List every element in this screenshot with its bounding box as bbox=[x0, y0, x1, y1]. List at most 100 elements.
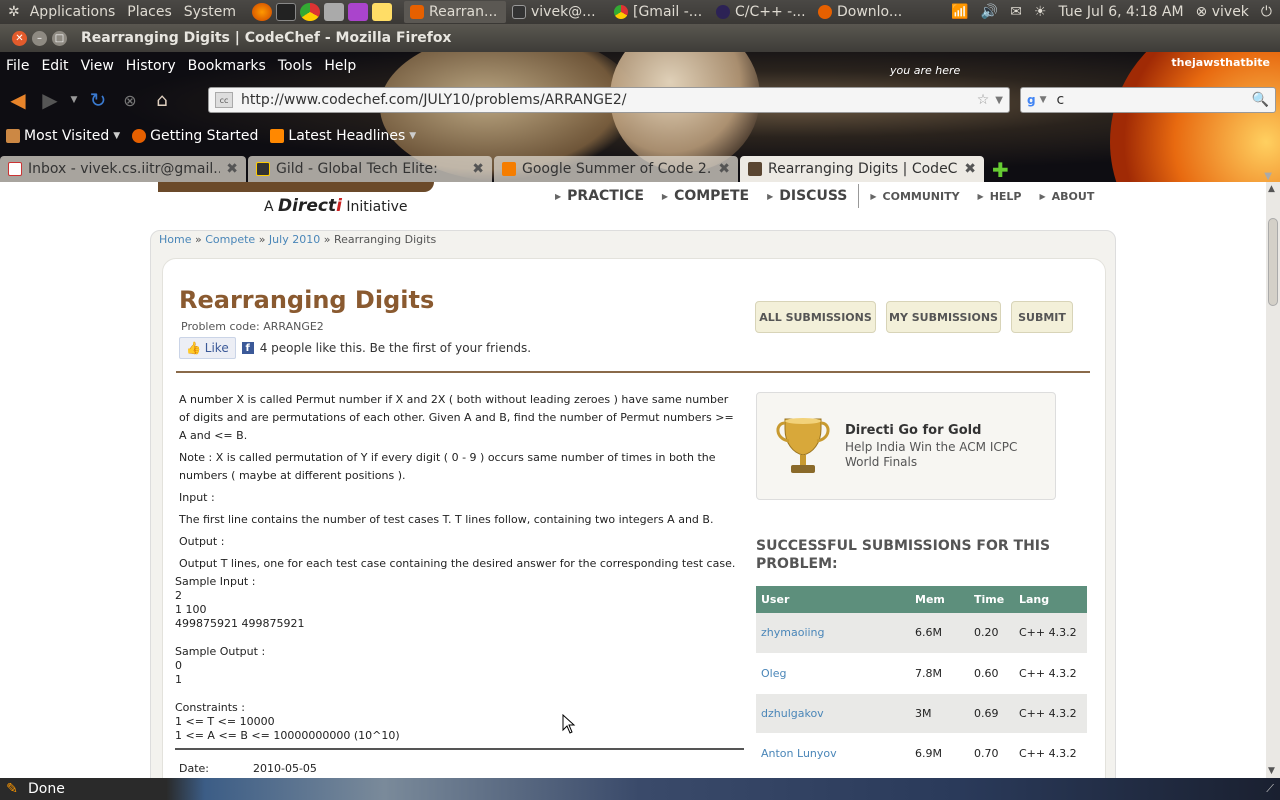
url-bar[interactable]: cc http://www.codechef.com/JULY10/proble… bbox=[208, 87, 1010, 113]
breadcrumb-compete[interactable]: Compete bbox=[205, 233, 255, 246]
task-terminal[interactable]: vivek@... bbox=[506, 1, 608, 23]
persona-label: thejawsthatbite bbox=[1171, 56, 1270, 69]
user-link[interactable]: dzhulgakov bbox=[761, 707, 824, 720]
history-dropdown-icon[interactable]: ▼ bbox=[68, 86, 80, 114]
nav-practice[interactable]: ▶ PRACTICE bbox=[546, 188, 653, 204]
weather-icon[interactable]: ☀ bbox=[1034, 4, 1047, 20]
breadcrumb-contest[interactable]: July 2010 bbox=[269, 233, 320, 246]
power-icon[interactable]: ⏻ bbox=[1261, 4, 1272, 20]
url-text: http://www.codechef.com/JULY10/problems/… bbox=[241, 92, 627, 108]
menu-tools[interactable]: Tools bbox=[272, 58, 319, 74]
like-button[interactable]: 👍 Like bbox=[179, 337, 236, 359]
tab-list-icon[interactable]: ▼ bbox=[1264, 171, 1272, 182]
sample-input: Sample Input : 2 1 100 499875921 4998759… bbox=[175, 575, 305, 630]
menu-help[interactable]: Help bbox=[318, 58, 362, 74]
search-input[interactable]: c bbox=[1057, 92, 1252, 108]
codechef-logo-fragment bbox=[158, 182, 434, 192]
stop-button[interactable]: ⊗ bbox=[116, 86, 144, 114]
statement-paragraph: A number X is called Permut number if X … bbox=[179, 393, 734, 442]
back-button[interactable]: ◀ bbox=[4, 86, 32, 114]
google-engine-icon[interactable]: g bbox=[1027, 93, 1036, 107]
task-firefox[interactable]: Rearran... bbox=[404, 1, 506, 23]
submit-button[interactable]: SUBMIT bbox=[1011, 301, 1073, 333]
tab-gsoc[interactable]: Google Summer of Code 2... ✖ bbox=[494, 156, 738, 182]
scroll-down-icon[interactable]: ▼ bbox=[1268, 766, 1275, 776]
close-tab-icon[interactable]: ✖ bbox=[964, 161, 976, 177]
resize-grip-icon[interactable]: ⟋ bbox=[1266, 782, 1274, 796]
search-bar[interactable]: g ▼ c 🔍 bbox=[1020, 87, 1276, 113]
nav-about[interactable]: ▶ ABOUT bbox=[1031, 190, 1104, 203]
user-link[interactable]: Anton Lunyov bbox=[761, 747, 837, 760]
scrollbar-thumb[interactable] bbox=[1268, 218, 1278, 306]
persona-you-are-here: you are here bbox=[890, 64, 961, 77]
user-menu[interactable]: ⊗ vivek bbox=[1196, 4, 1249, 20]
bookmarks-toolbar: Most Visited ▼ Getting Started Latest Hea… bbox=[0, 124, 422, 148]
scroll-up-icon[interactable]: ▲ bbox=[1268, 184, 1275, 194]
task-eclipse[interactable]: C/C++ -... bbox=[710, 1, 812, 23]
nav-discuss[interactable]: ▶ DISCUSS bbox=[758, 188, 856, 204]
notes-launcher-icon[interactable] bbox=[372, 3, 392, 21]
nav-community[interactable]: ▶ COMMUNITY bbox=[861, 190, 968, 203]
table-header-row: User Mem Time Lang bbox=[756, 586, 1087, 613]
nav-compete[interactable]: ▶ COMPETE bbox=[653, 188, 758, 204]
directi-initiative: A Directi Initiative bbox=[264, 196, 408, 216]
mail-icon[interactable]: ✉ bbox=[1010, 4, 1022, 20]
new-tab-button[interactable]: ✚ bbox=[992, 158, 1009, 182]
column-lang: Lang bbox=[1014, 586, 1087, 613]
bookmark-most-visited[interactable]: Most Visited ▼ bbox=[0, 128, 126, 144]
reload-button[interactable]: ↻ bbox=[84, 86, 112, 114]
firefox-launcher-icon[interactable] bbox=[252, 3, 272, 21]
user-link[interactable]: Oleg bbox=[761, 667, 786, 680]
eclipse-icon bbox=[716, 5, 730, 19]
tab-codechef[interactable]: Rearranging Digits | CodeC... ✖ bbox=[740, 156, 984, 182]
bookmark-getting-started[interactable]: Getting Started bbox=[126, 128, 264, 144]
bookmark-star-icon[interactable]: ☆ bbox=[977, 92, 990, 108]
close-tab-icon[interactable]: ✖ bbox=[718, 161, 730, 177]
bookmark-latest-headlines[interactable]: Latest Headlines ▼ bbox=[264, 128, 422, 144]
task-downloads[interactable]: Downlo... bbox=[812, 1, 914, 23]
tab-gmail[interactable]: Inbox - vivek.cs.iitr@gmail.... ✖ bbox=[0, 156, 246, 182]
nav-help[interactable]: ▶ HELP bbox=[969, 190, 1031, 203]
volume-icon[interactable]: 🔊 bbox=[981, 4, 998, 20]
site-nav: ▶ PRACTICE ▶ COMPETE ▶ DISCUSS ▶ COMMUNITY ▶… bbox=[546, 184, 1103, 208]
task-gmail[interactable]: [Gmail -... bbox=[608, 1, 710, 23]
clock[interactable]: Tue Jul 6, 4:18 AM bbox=[1058, 4, 1183, 20]
mem-cell: 6.9M bbox=[910, 733, 969, 774]
url-dropdown-icon[interactable]: ▼ bbox=[995, 95, 1003, 106]
menu-edit[interactable]: Edit bbox=[35, 58, 74, 74]
chevron-down-icon: ▼ bbox=[409, 131, 417, 141]
user-link[interactable]: zhymaoiing bbox=[761, 626, 825, 639]
menu-bookmarks[interactable]: Bookmarks bbox=[182, 58, 272, 74]
menu-view[interactable]: View bbox=[75, 58, 120, 74]
menu-file[interactable]: File bbox=[0, 58, 35, 74]
close-tab-icon[interactable]: ✖ bbox=[226, 161, 238, 177]
trash-launcher-icon[interactable] bbox=[324, 3, 344, 21]
lang-cell: C++ 4.3.2 bbox=[1014, 733, 1087, 774]
applications-menu[interactable]: Applications bbox=[24, 4, 122, 20]
go-for-gold-banner[interactable]: Directi Go for Gold Help India Win the A… bbox=[756, 392, 1056, 500]
all-submissions-button[interactable]: ALL SUBMISSIONS bbox=[755, 301, 876, 333]
tab-gild[interactable]: Gild - Global Tech Elite: ✖ bbox=[248, 156, 492, 182]
maximize-window-button[interactable]: □ bbox=[52, 30, 67, 46]
ubuntu-logo-icon[interactable]: ✲ bbox=[8, 4, 20, 20]
minimize-window-button[interactable]: – bbox=[32, 30, 47, 46]
network-icon[interactable]: 📶 bbox=[951, 4, 968, 20]
breadcrumb-home[interactable]: Home bbox=[159, 233, 191, 246]
my-submissions-button[interactable]: MY SUBMISSIONS bbox=[886, 301, 1001, 333]
forward-button[interactable]: ▶ bbox=[36, 86, 64, 114]
menu-history[interactable]: History bbox=[120, 58, 182, 74]
close-tab-icon[interactable]: ✖ bbox=[472, 161, 484, 177]
time-cell: 0.20 bbox=[969, 613, 1014, 654]
media-launcher-icon[interactable] bbox=[348, 3, 368, 21]
terminal-launcher-icon[interactable] bbox=[276, 3, 296, 21]
chrome-launcher-icon[interactable] bbox=[300, 3, 320, 21]
addon-status-icon[interactable]: ✎ bbox=[4, 781, 20, 797]
engine-dropdown-icon[interactable]: ▼ bbox=[1040, 95, 1047, 105]
system-menu[interactable]: System bbox=[178, 4, 242, 20]
vertical-scrollbar[interactable]: ▲ ▼ bbox=[1266, 182, 1280, 778]
close-window-button[interactable]: ✕ bbox=[12, 30, 27, 46]
search-icon[interactable]: 🔍 bbox=[1252, 92, 1269, 108]
home-button[interactable]: ⌂ bbox=[148, 86, 176, 114]
places-menu[interactable]: Places bbox=[121, 4, 178, 20]
mem-cell: 7.8M bbox=[910, 653, 969, 694]
